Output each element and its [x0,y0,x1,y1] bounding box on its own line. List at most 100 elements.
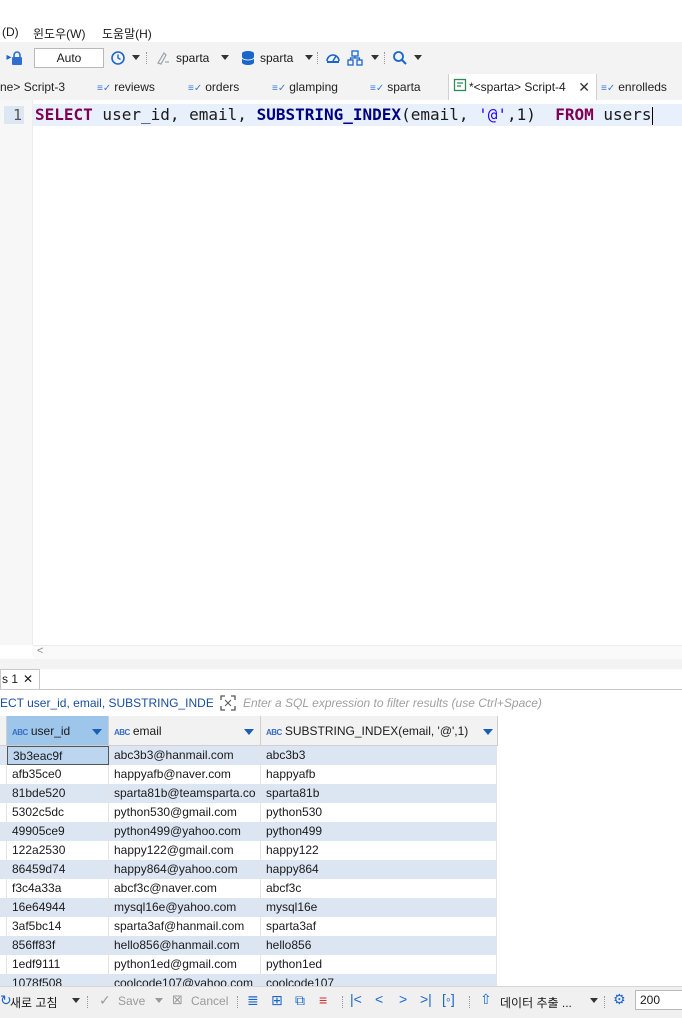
cell-substring[interactable]: python499 [261,822,497,841]
tab-reviews[interactable]: ≡✓ reviews [97,74,155,100]
cell-email[interactable]: python1ed@gmail.com [109,955,261,974]
cell-substring[interactable]: happyafb [261,765,497,784]
results-grid[interactable]: ABC user_id ABC email ABC SUBSTRING_INDEX(e… [0,716,682,986]
copy-row-icon[interactable]: ⧉ [295,992,305,1009]
row-header[interactable] [0,784,7,803]
cell-substring[interactable]: coolcode107 [261,974,497,986]
row-header[interactable] [0,974,7,986]
history-icon[interactable] [110,50,126,66]
sql-code-line[interactable]: SELECT user_id, email, SUBSTRING_INDEX(e… [35,105,653,125]
row-header[interactable] [0,936,7,955]
first-page-icon[interactable]: |< [350,991,362,1007]
menu-item-d[interactable]: (D) [2,25,19,39]
cell-user-id[interactable]: 49905ce9 [7,822,109,841]
cell-user-id[interactable]: 3b3eac9f [7,746,109,765]
refresh-dropdown-icon[interactable] [72,998,80,1003]
save-dropdown-icon[interactable] [155,998,163,1003]
row-header[interactable] [0,860,7,879]
edit-row-icon[interactable]: ≣ [247,992,259,1009]
editor-horizontal-scrollbar[interactable]: < [33,645,682,660]
tab-script-3[interactable]: ne> Script-3 [0,74,65,100]
cell-substring[interactable]: mysql16e [261,898,497,917]
table-row[interactable]: 5302c5dc python530@gmail.com python530 [0,803,497,822]
cell-substring[interactable]: sparta3af [261,917,497,936]
cell-email[interactable]: happy864@yahoo.com [109,860,261,879]
prev-page-icon[interactable]: < [375,991,383,1007]
table-row[interactable]: 856ff83f hello856@hanmail.com hello856 [0,936,497,955]
network-dropdown-icon[interactable] [371,55,379,60]
row-header[interactable] [0,879,7,898]
scroll-left-arrow[interactable]: < [37,645,43,657]
transaction-mode-box[interactable]: Auto [34,48,104,68]
tab-script-4[interactable]: *<sparta> Script-4 ✕ [448,74,597,101]
export-dropdown-icon[interactable] [590,998,598,1003]
cell-user-id[interactable]: 81bde520 [7,784,109,803]
save-button[interactable]: Save [118,994,145,1008]
fetch-all-icon[interactable]: [◦] [442,991,455,1007]
settings-gear-icon[interactable]: ⚙ [613,991,626,1008]
cell-substring[interactable]: hello856 [261,936,497,955]
cell-email[interactable]: happy122@gmail.com [109,841,261,860]
tab-enrolleds[interactable]: ≡✓ enrolleds [601,74,667,100]
filter-input[interactable]: Enter a SQL expression to filter results… [243,696,542,710]
column-header-email[interactable]: ABC email [109,716,261,746]
tab-orders[interactable]: ≡✓ orders [188,74,239,100]
menu-item-help[interactable]: 도움말(H) [102,25,152,42]
refresh-button[interactable]: 새로 고침 [10,994,58,1011]
table-row[interactable]: 3b3eac9f abc3b3@hanmail.com abc3b3 [0,746,497,765]
table-row[interactable]: 3af5bc14 sparta3af@hanmail.com sparta3af [0,917,497,936]
column-header-user-id[interactable]: ABC user_id [7,716,109,746]
schema-dropdown-icon[interactable] [305,55,313,60]
table-row[interactable]: 49905ce9 python499@yahoo.com python499 [0,822,497,841]
cell-email[interactable]: abcf3c@naver.com [109,879,261,898]
table-row[interactable]: 122a2530 happy122@gmail.com happy122 [0,841,497,860]
table-row[interactable]: f3c4a33a abcf3c@naver.com abcf3c [0,879,497,898]
row-header[interactable] [0,841,7,860]
network-icon[interactable] [347,50,363,66]
cell-user-id[interactable]: 86459d74 [7,860,109,879]
search-dropdown-icon[interactable] [414,55,422,60]
datasource-dropdown-icon[interactable] [221,55,229,60]
results-tab[interactable]: s 1 ✕ [0,669,40,689]
lock-icon[interactable] [9,50,25,66]
next-page-icon[interactable]: > [399,991,407,1007]
cell-substring[interactable]: abcf3c [261,879,497,898]
datasource-icon[interactable] [155,50,171,66]
sort-dropdown-icon[interactable] [92,729,102,735]
column-header-substring-index[interactable]: ABC SUBSTRING_INDEX(email, '@',1) [261,716,498,746]
sort-dropdown-icon[interactable] [244,729,254,735]
menu-item-window[interactable]: 윈도우(W) [33,25,85,42]
row-header[interactable] [0,803,7,822]
cell-substring[interactable]: abc3b3 [261,746,497,765]
cell-user-id[interactable]: f3c4a33a [7,879,109,898]
table-row[interactable]: afb35ce0 happyafb@naver.com happyafb [0,765,497,784]
export-data-button[interactable]: 데이터 추출 ... [500,994,572,1011]
tab-glamping[interactable]: ≡✓ glamping [272,74,338,100]
sort-dropdown-icon[interactable] [483,729,493,735]
tab-sparta[interactable]: ≡✓ sparta [370,74,421,100]
cell-user-id[interactable]: 122a2530 [7,841,109,860]
delete-row-icon[interactable]: ≡ [319,992,327,1008]
table-row[interactable]: 1edf9111 python1ed@gmail.com python1ed [0,955,497,974]
cell-substring[interactable]: python1ed [261,955,497,974]
cell-email[interactable]: python530@gmail.com [109,803,261,822]
cell-email[interactable]: happyafb@naver.com [109,765,261,784]
table-row[interactable]: 16e64944 mysql16e@yahoo.com mysql16e [0,898,497,917]
database-icon[interactable] [240,50,256,66]
row-header[interactable] [0,898,7,917]
cell-substring[interactable]: python530 [261,803,497,822]
search-icon[interactable] [392,50,408,66]
cell-user-id[interactable]: afb35ce0 [7,765,109,784]
cell-substring[interactable]: happy122 [261,841,497,860]
cell-user-id[interactable]: 5302c5dc [7,803,109,822]
sql-editor[interactable]: 1 SELECT user_id, email, SUBSTRING_INDEX… [0,100,682,645]
add-row-icon[interactable]: ⊞ [271,992,283,1009]
row-header[interactable] [0,955,7,974]
cell-email[interactable]: sparta3af@hanmail.com [109,917,261,936]
table-row[interactable]: 1078f508 coolcode107@yahoo.com coolcode107 [0,974,497,986]
table-row[interactable]: 86459d74 happy864@yahoo.com happy864 [0,860,497,879]
cell-email[interactable]: coolcode107@yahoo.com [109,974,261,986]
cell-user-id[interactable]: 1078f508 [7,974,109,986]
cell-user-id[interactable]: 856ff83f [7,936,109,955]
cell-substring[interactable]: happy864 [261,860,497,879]
